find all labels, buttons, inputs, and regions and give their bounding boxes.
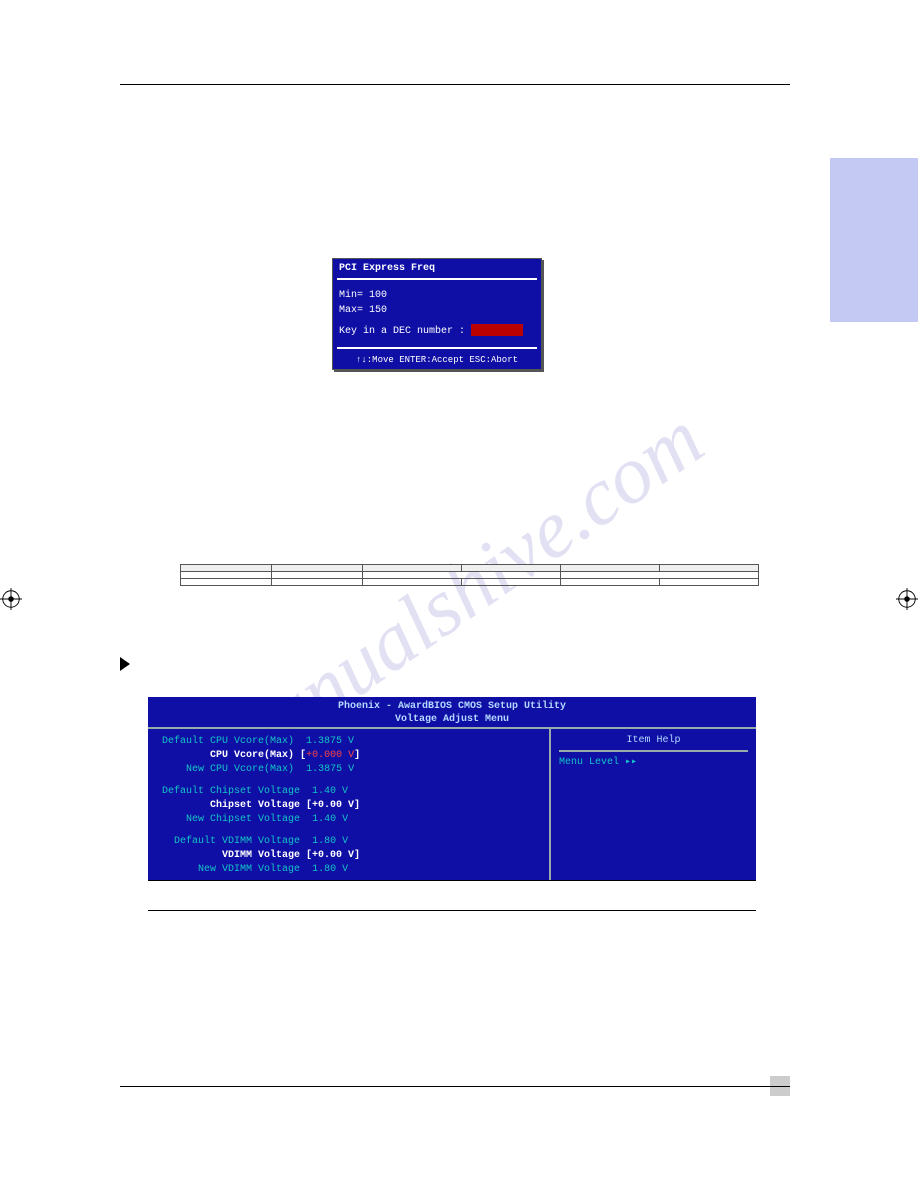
dialog-body: Min= 100 Max= 150 Key in a DEC number : — [333, 282, 541, 345]
body-rule-2 — [148, 910, 756, 911]
vdimm-voltage-setting[interactable]: VDIMM Voltage — [222, 850, 300, 861]
vdimm-voltage-value[interactable]: [+0.00 V] — [306, 850, 360, 861]
registration-mark-left — [0, 588, 22, 610]
table-row — [181, 572, 759, 579]
row-label: New CPU Vcore(Max) — [186, 764, 294, 775]
menu-level: Menu Level ▸▸ — [559, 756, 748, 768]
pci-express-freq-dialog: PCI Express Freq Min= 100 Max= 150 Key i… — [332, 258, 542, 370]
dialog-rule-top — [337, 278, 537, 280]
cpu-vcore-value[interactable]: +0.000 V — [306, 750, 354, 761]
expand-arrow-icon[interactable] — [120, 657, 130, 671]
dec-number-input[interactable] — [471, 324, 523, 336]
row-value: 1.3875 V — [306, 764, 354, 775]
row-value: 1.40 V — [312, 786, 348, 797]
chipset-voltage-setting[interactable]: Chipset Voltage — [210, 800, 300, 811]
dialog-min: Min= 100 — [339, 288, 535, 303]
footer-rule — [120, 1086, 790, 1087]
row-label: Default CPU Vcore(Max) — [162, 736, 294, 747]
row-label: New VDIMM Voltage — [198, 864, 300, 875]
row-label: New Chipset Voltage — [186, 814, 300, 825]
bios-title-line2: Voltage Adjust Menu — [148, 714, 756, 727]
bios-title-line1: Phoenix - AwardBIOS CMOS Setup Utility — [148, 697, 756, 714]
dialog-max: Max= 150 — [339, 303, 535, 318]
row-value: 1.3875 V — [306, 736, 354, 747]
dialog-rule-bottom — [337, 347, 537, 349]
body-rule-1 — [148, 880, 756, 881]
row-label: Default VDIMM Voltage — [174, 836, 300, 847]
registration-mark-right — [896, 588, 918, 610]
dialog-prompt: Key in a DEC number : — [339, 326, 465, 337]
side-tab — [830, 158, 918, 322]
row-label: Default Chipset Voltage — [162, 786, 300, 797]
dialog-title: PCI Express Freq — [333, 259, 541, 276]
item-help-title: Item Help — [559, 735, 748, 752]
table-row — [181, 565, 759, 572]
dialog-footer: ↑↓:Move ENTER:Accept ESC:Abort — [333, 351, 541, 369]
options-table — [180, 564, 759, 586]
chipset-voltage-value[interactable]: [+0.00 V] — [306, 800, 360, 811]
row-value: 1.80 V — [312, 864, 348, 875]
bios-help-panel: Item Help Menu Level ▸▸ — [551, 729, 756, 881]
bios-settings-list: Default CPU Vcore(Max) 1.3875 V CPU Vcor… — [148, 729, 551, 881]
header-rule — [120, 84, 790, 85]
cpu-vcore-setting[interactable]: CPU Vcore(Max) — [210, 750, 294, 761]
row-value: 1.40 V — [312, 814, 348, 825]
voltage-adjust-bios-panel: Phoenix - AwardBIOS CMOS Setup Utility V… — [148, 697, 756, 881]
row-value: 1.80 V — [312, 836, 348, 847]
table-row — [181, 579, 759, 586]
